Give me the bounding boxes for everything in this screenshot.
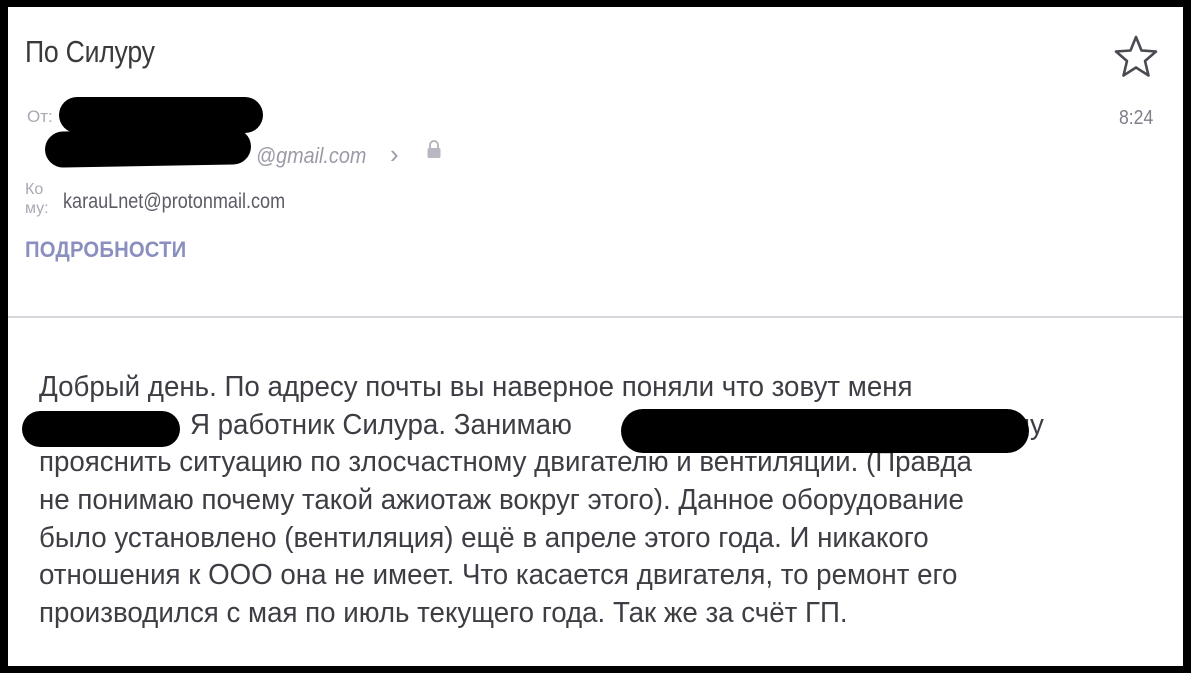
star-icon[interactable] [1112,33,1160,81]
body-line: отношения к ООО она не имеет. Что касает… [39,559,958,592]
chevron-right-icon[interactable]: › [390,139,399,170]
body-line: было установлено (вентиляция) ещё в апре… [39,521,929,554]
details-button[interactable]: ПОДРОБНОСТИ [25,237,186,263]
sender-email-domain[interactable]: @gmail.com [256,143,366,169]
sender-address-redaction [44,128,252,168]
divider [8,316,1183,318]
email-view: По Силуру От: @gmail.com › 8:24 Ко му: k… [8,7,1183,666]
recipient-address[interactable]: karauLnet@protonmail.com [63,190,285,214]
body-line: не понимаю почему такой ажиотаж вокруг э… [39,484,964,517]
lock-icon [427,140,441,158]
body-line: производился с мая по июль текущего года… [39,597,848,630]
email-subject: По Силуру [25,34,155,69]
body-position-redaction [621,409,1029,453]
from-label: От: [27,107,53,126]
body-name-redaction [22,411,180,447]
to-label: Ко му: [25,181,49,217]
email-time: 8:24 [1119,107,1154,129]
body-line: Добрый день. По адресу почты вы наверное… [39,371,913,403]
body-text-segment: Я работник Силура. Занимаю [189,408,572,441]
